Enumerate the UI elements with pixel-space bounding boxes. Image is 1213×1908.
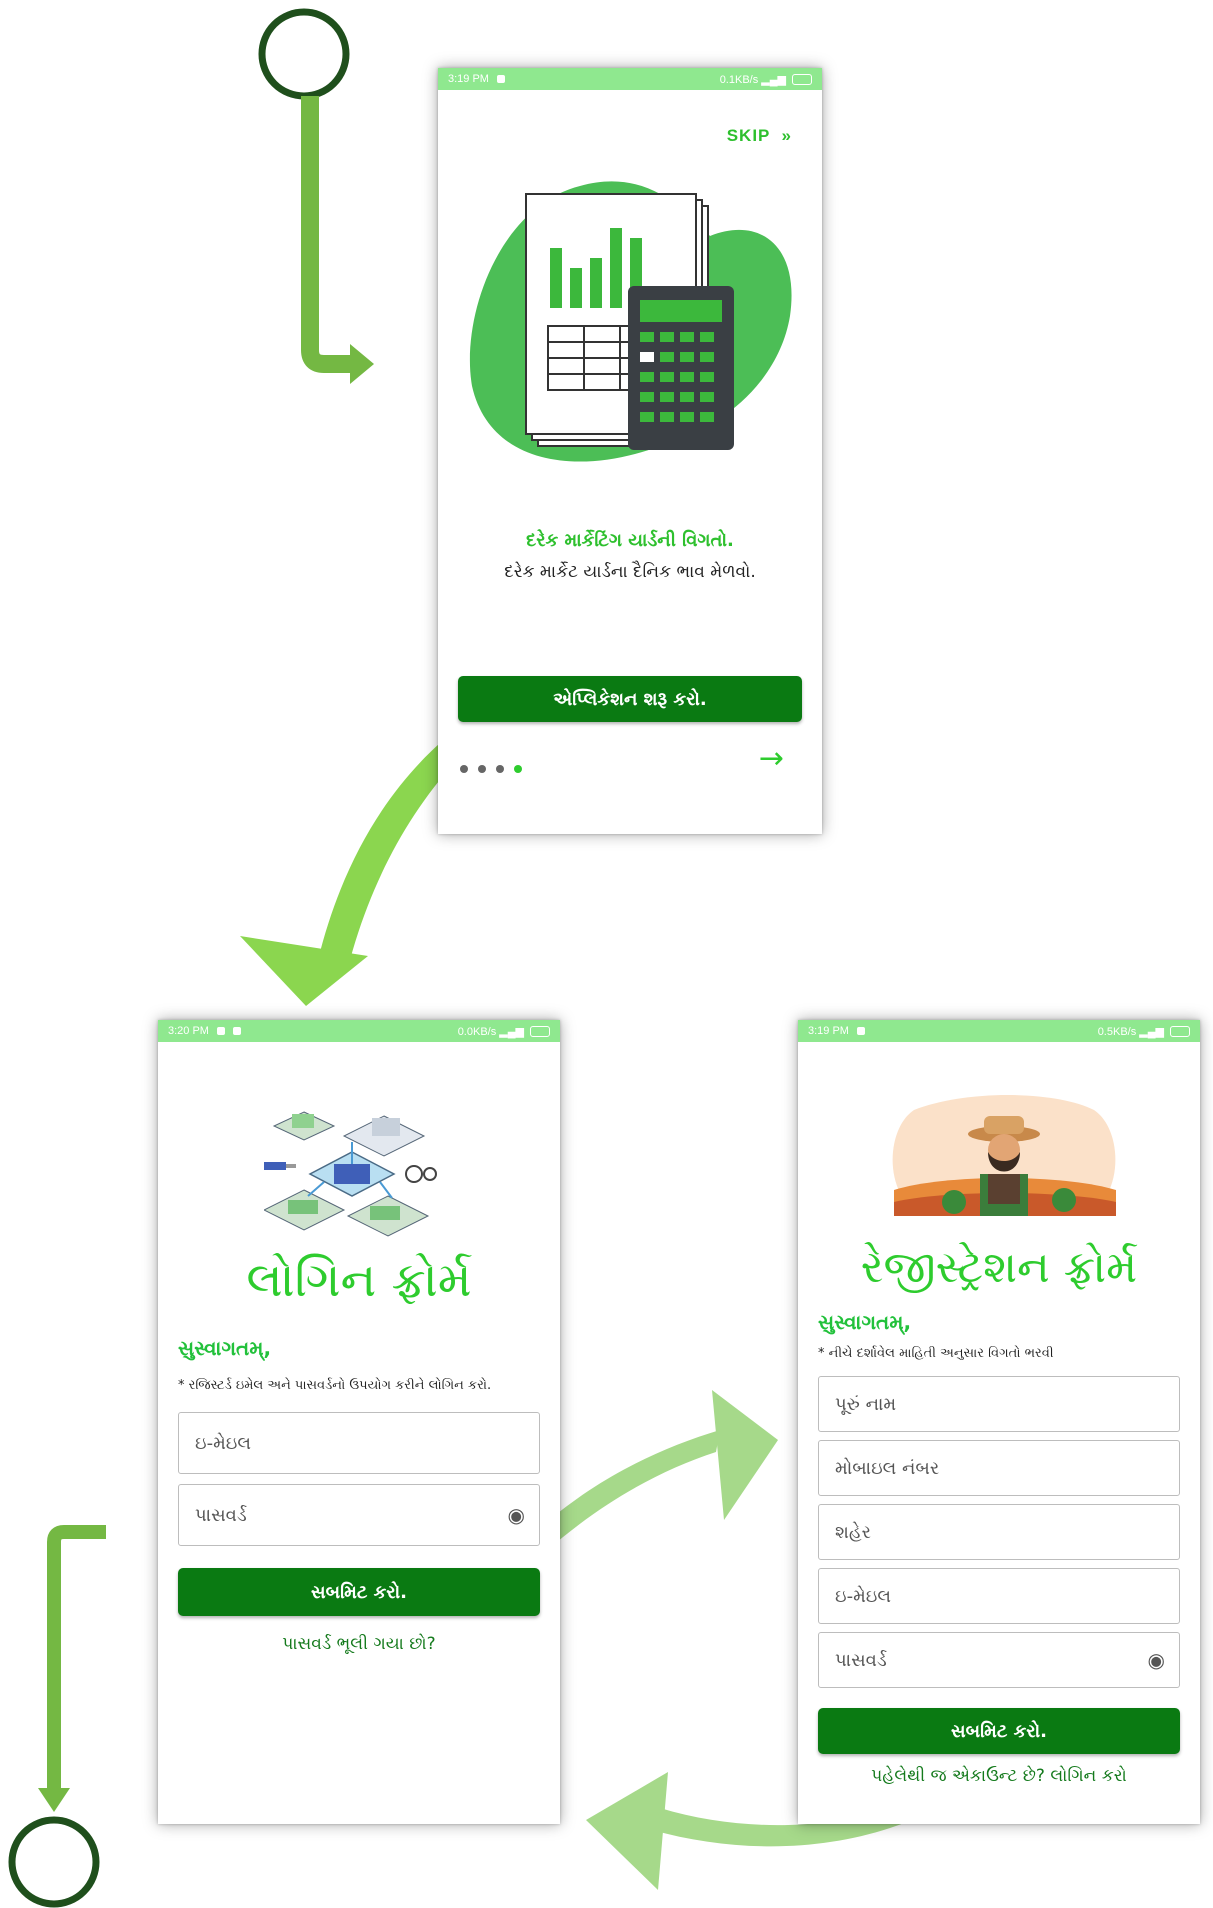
signal-icon: ▂▄▆ (1139, 1025, 1164, 1038)
login-welcome: સુસ્વાગતમ્, (178, 1336, 272, 1360)
arrow-right-icon[interactable]: → (759, 744, 784, 774)
city-placeholder: શહેર (835, 1521, 871, 1543)
registration-screen: 3:19 PM 0.5KB/s ▂▄▆ રેજીસ્ટ્રેશન ફ્રોર્મ… (798, 1020, 1200, 1824)
end-arrow-head (38, 1788, 70, 1812)
notification-icon (856, 1027, 865, 1036)
notification-icon (216, 1027, 225, 1036)
onboarding-screen: 3:19 PM 0.1KB/s ▂▄▆ SKIP » દરેક માર્કેટિ… (438, 68, 822, 834)
double-chevron-right-icon: » (775, 126, 792, 145)
onboarding-headline: દરેક માર્કેટિંગ યાર્ડની વિગતો. (526, 530, 734, 551)
status-time: 3:19 PM (448, 73, 489, 85)
email-input[interactable]: ઇ-મેઇલ (178, 1412, 540, 1474)
farmer-illustration (892, 1095, 1116, 1216)
status-speed: 0.0KB/s (457, 1025, 497, 1038)
reports-illustration (469, 181, 792, 462)
page-dot (496, 765, 505, 773)
password-placeholder: પાસવર્ડ (195, 1504, 247, 1526)
login-submit-button[interactable]: સબમિટ કરો. (178, 1568, 540, 1616)
status-speed: 0.5KB/s (1097, 1025, 1137, 1038)
smart-farm-illustration (264, 1111, 437, 1237)
start-circle (258, 8, 350, 100)
login-title: લોગિન ફ્રોર્મ (246, 1252, 472, 1308)
login-note: * રજિસ્ટર્ડ ઇમેલ અને પાસવર્ડનો ઉપયોગ કરી… (178, 1378, 492, 1393)
email-placeholder: ઇ-મેઇલ (835, 1585, 891, 1607)
register-welcome: સુસ્વાગતમ્, (818, 1310, 912, 1334)
eye-icon[interactable]: ◉ (508, 1503, 525, 1527)
register-title: રેજીસ્ટ્રેશન ફ્રોર્મ (860, 1242, 1138, 1293)
status-time: 3:20 PM (168, 1025, 209, 1037)
notification-icon (232, 1027, 241, 1036)
end-circle (8, 1816, 100, 1908)
battery-icon (1170, 1026, 1190, 1038)
city-input[interactable]: શહેર (818, 1504, 1180, 1560)
status-time: 3:19 PM (808, 1025, 849, 1037)
password-input[interactable]: પાસવર્ડ ◉ (178, 1484, 540, 1546)
page-dot-active (514, 765, 523, 773)
register-note: * નીચે દર્શાવેલ માહિતી અનુસાર વિગતો ભરવી (818, 1346, 1054, 1361)
full-name-input[interactable]: પૂરું નામ (818, 1376, 1180, 1432)
status-bar: 3:20 PM 0.0KB/s ▂▄▆ (158, 1020, 560, 1042)
register-submit-button[interactable]: સબમિટ કરો. (818, 1708, 1180, 1754)
full-name-placeholder: પૂરું નામ (835, 1393, 897, 1415)
battery-icon (530, 1026, 550, 1038)
eye-icon[interactable]: ◉ (1148, 1648, 1165, 1672)
forgot-password-link[interactable]: પાસવર્ડ ભૂલી ગયા છો? (158, 1634, 560, 1654)
onboarding-subline: દરેક માર્કેટ યાર્ડના દૈનિક ભાવ મેળવો. (504, 562, 756, 582)
start-arrow (301, 96, 352, 373)
password-input[interactable]: પાસવર્ડ ◉ (818, 1632, 1180, 1688)
status-speed: 0.1KB/s (719, 73, 759, 86)
login-screen: 3:20 PM 0.0KB/s ▂▄▆ લોગિન ફ્રોર્મ સુસ્વા… (158, 1020, 560, 1824)
battery-icon (792, 74, 812, 86)
notification-icon (496, 75, 505, 84)
curve-arrow-2-head (712, 1390, 778, 1520)
skip-label: SKIP (726, 126, 771, 145)
end-arrow (47, 1525, 106, 1792)
start-arrow-head (350, 344, 374, 384)
email-placeholder: ઇ-મેઇલ (195, 1432, 251, 1454)
mobile-number-placeholder: મોબાઇલ નંબર (835, 1457, 940, 1479)
login-link[interactable]: પહેલેથી જ એકાઉન્ટ છે? લોગિન કરો (798, 1766, 1200, 1786)
password-placeholder: પાસવર્ડ (835, 1649, 887, 1671)
page-indicator (460, 758, 523, 777)
page-dot (460, 765, 468, 773)
status-bar: 3:19 PM 0.5KB/s ▂▄▆ (798, 1020, 1200, 1042)
mobile-number-input[interactable]: મોબાઇલ નંબર (818, 1440, 1180, 1496)
skip-button[interactable]: SKIP » (727, 126, 792, 146)
signal-icon: ▂▄▆ (761, 73, 786, 86)
signal-icon: ▂▄▆ (499, 1025, 524, 1038)
start-app-button[interactable]: એપ્લિકેશન શરૂ કરો. (458, 676, 802, 722)
page-dot (478, 765, 487, 773)
curve-arrow-3-head (586, 1772, 668, 1890)
email-input[interactable]: ઇ-મેઇલ (818, 1568, 1180, 1624)
status-bar: 3:19 PM 0.1KB/s ▂▄▆ (438, 68, 822, 90)
